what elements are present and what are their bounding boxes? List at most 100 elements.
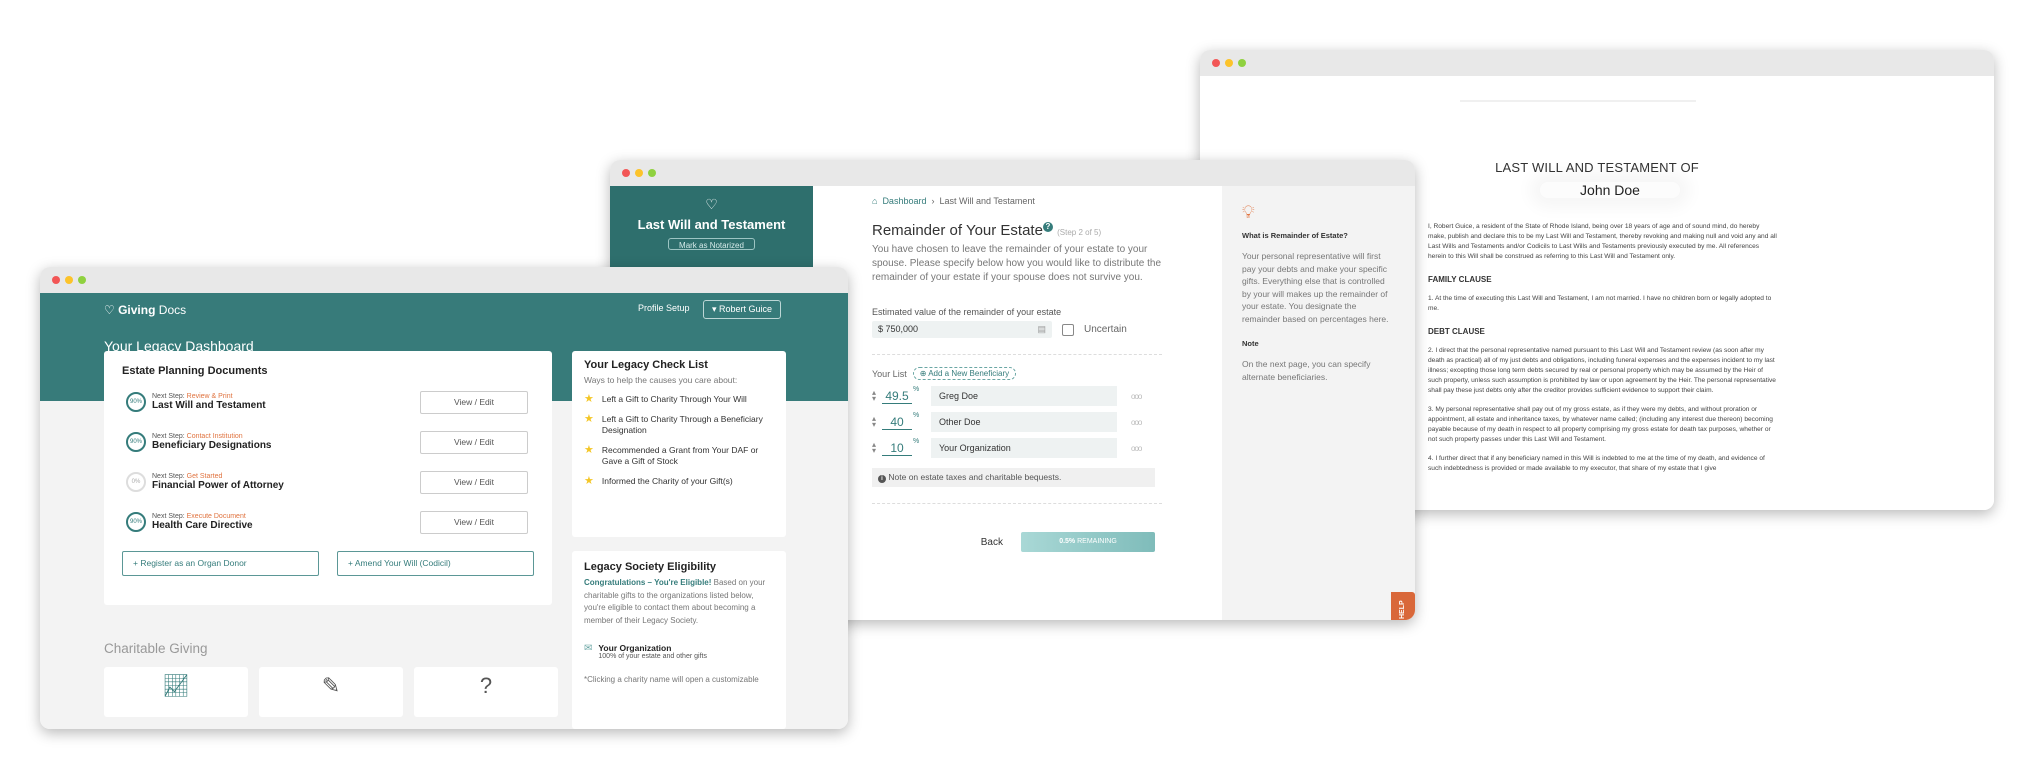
maximize-button[interactable] xyxy=(648,169,656,177)
next-step-link[interactable]: Get Started xyxy=(187,473,223,480)
question-tile[interactable]: ? xyxy=(414,667,558,717)
help-tab[interactable]: HELP xyxy=(1391,592,1415,620)
document-name: Last Will and Testament xyxy=(152,400,266,411)
next-step: Next Step: Get Started xyxy=(152,473,223,480)
breadcrumb-dashboard-link[interactable]: Dashboard xyxy=(882,196,926,206)
close-button[interactable] xyxy=(52,276,60,284)
view-edit-button[interactable]: View / Edit xyxy=(420,470,528,494)
profile-setup-link[interactable]: Profile Setup xyxy=(638,303,690,313)
document-name: Beneficiary Designations xyxy=(152,440,272,451)
percent-input[interactable]: 49.5 xyxy=(882,389,912,404)
title-bar xyxy=(1200,50,1994,76)
heart-logo-icon: ♡ xyxy=(104,303,119,317)
brand-bold: Giving xyxy=(118,303,156,317)
plus-circle-icon: ⊕ xyxy=(919,369,929,378)
clause-2: 2. I direct that the personal representa… xyxy=(1428,347,1776,394)
charitable-giving-title: Charitable Giving xyxy=(104,641,208,656)
card-title: Legacy Society Eligibility xyxy=(584,561,717,573)
remaining-label: REMAINING xyxy=(1077,538,1117,545)
beneficiary-row: ▴ ▾ 10 % Your Organization ooo xyxy=(872,438,1162,458)
family-clause-heading: FAMILY CLAUSE xyxy=(1428,275,1492,284)
beneficiary-name[interactable]: Your Organization xyxy=(931,438,1117,458)
document-row: 90% Next Step: Contact Institution Benefi… xyxy=(122,423,534,461)
chart-trend-tile[interactable]: 📈︎ xyxy=(104,667,248,717)
list-label: Your List xyxy=(872,368,907,379)
clause-3: 3. My personal representative shall pay … xyxy=(1428,406,1773,443)
percent-symbol: % xyxy=(913,438,920,445)
help-note-title: Note xyxy=(1242,339,1259,348)
close-button[interactable] xyxy=(622,169,630,177)
stepper-arrows-icon[interactable]: ▴ ▾ xyxy=(872,389,882,403)
help-panel: 💡︎ What is Remainder of Estate? Your per… xyxy=(1222,186,1415,620)
checklist-item: ★ Informed the Charity of your Gift(s) xyxy=(584,475,733,487)
document-row: 90% Next Step: Review & Print Last Will a… xyxy=(122,383,534,421)
tax-note[interactable]: i Note on estate taxes and charitable be… xyxy=(872,468,1155,487)
beneficiary-name[interactable]: Greg Doe xyxy=(931,386,1117,406)
more-options-icon[interactable]: ooo xyxy=(1131,418,1142,427)
star-icon: ★ xyxy=(584,413,594,425)
progress-ring: 90% xyxy=(126,512,146,532)
next-step-link[interactable]: Contact Institution xyxy=(187,433,243,440)
divider xyxy=(1460,100,1696,102)
divider xyxy=(872,354,1162,355)
organization-name[interactable]: Your Organization xyxy=(598,643,707,653)
remaining-button[interactable]: 0.5% REMAINING xyxy=(1021,532,1155,552)
view-edit-button[interactable]: View / Edit xyxy=(420,430,528,454)
organization-item[interactable]: ✉ Your Organization 100% of your estate a… xyxy=(584,643,774,660)
chevron-right-icon: › xyxy=(931,196,935,206)
next-step-link[interactable]: Execute Document xyxy=(187,513,246,520)
brand-logo[interactable]: ♡ Giving Docs xyxy=(104,303,186,317)
mark-notarized-button[interactable]: Mark as Notarized xyxy=(668,238,755,250)
check-sign-tile[interactable]: ✎ xyxy=(259,667,403,717)
user-name: Robert Guice xyxy=(719,304,773,314)
legacy-checklist-card: Your Legacy Check List Ways to help the … xyxy=(572,351,786,537)
document-name: Health Care Directive xyxy=(152,520,253,531)
uncertain-checkbox[interactable] xyxy=(1062,323,1074,336)
user-menu[interactable]: ▾ Robert Guice xyxy=(703,300,782,319)
document-sidebar: ♡ Last Will and Testament Mark as Notari… xyxy=(610,186,813,271)
more-options-icon[interactable]: ooo xyxy=(1131,392,1142,401)
clause-4: 4. I further direct that if any benefici… xyxy=(1428,455,1765,472)
back-button[interactable]: Back xyxy=(981,537,1003,548)
stepper-arrows-icon[interactable]: ▴ ▾ xyxy=(872,441,882,455)
intro-paragraph: I, Robert Guice, a resident of the State… xyxy=(1428,223,1777,260)
percent-symbol: % xyxy=(913,412,920,419)
next-step-link[interactable]: Review & Print xyxy=(187,393,233,400)
amend-will-button[interactable]: + Amend Your Will (Codicil) xyxy=(337,551,534,576)
minimize-button[interactable] xyxy=(635,169,643,177)
minimize-button[interactable] xyxy=(1225,59,1233,67)
breadcrumb-current: Last Will and Testament xyxy=(939,196,1035,206)
add-beneficiary-button[interactable]: ⊕ Add a New Beneficiary xyxy=(912,367,1017,380)
more-options-icon[interactable]: ooo xyxy=(1131,444,1142,453)
question-icon: ? xyxy=(479,673,493,698)
progress-ring: 90% xyxy=(126,392,146,412)
help-question-icon[interactable]: ? xyxy=(1042,222,1053,232)
sidebar-title: Last Will and Testament xyxy=(637,217,786,232)
dashboard-window: ♡ Giving Docs Profile Setup ▾ Robert Gui… xyxy=(40,267,848,729)
title-bar xyxy=(610,160,1415,186)
beneficiary-name[interactable]: Other Doe xyxy=(931,412,1117,432)
minimize-button[interactable] xyxy=(65,276,73,284)
calculator-icon[interactable]: ▤ xyxy=(1037,324,1046,335)
remaining-value: 0.5% xyxy=(1059,538,1076,545)
society-description: Congratulations – You're Eligible! Based… xyxy=(584,578,766,625)
view-edit-button[interactable]: View / Edit xyxy=(420,510,528,534)
estimate-input[interactable]: $ 750,000 ▤ xyxy=(872,321,1052,338)
percent-input[interactable]: 10 xyxy=(882,441,912,456)
page-title: Remainder of Your Estate? (Step 2 of 5) xyxy=(872,222,1162,239)
view-edit-button[interactable]: View / Edit xyxy=(420,390,528,414)
envelope-icon: ✉ xyxy=(584,643,593,654)
maximize-button[interactable] xyxy=(78,276,86,284)
breadcrumb: ⌂ Dashboard › Last Will and Testament xyxy=(872,196,1162,206)
stepper-arrows-icon[interactable]: ▴ ▾ xyxy=(872,415,882,429)
next-step: Next Step: Execute Document xyxy=(152,513,246,520)
society-footnote: *Clicking a charity name will open a cus… xyxy=(584,675,759,684)
maximize-button[interactable] xyxy=(1238,59,1246,67)
debt-clause-heading: DEBT CLAUSE xyxy=(1428,327,1485,336)
heart-logo-icon: ♡ xyxy=(705,196,718,212)
help-note-body: On the next page, you can specify altern… xyxy=(1242,359,1371,382)
home-icon: ⌂ xyxy=(872,196,878,206)
organ-donor-button[interactable]: + Register as an Organ Donor xyxy=(122,551,319,576)
close-button[interactable] xyxy=(1212,59,1220,67)
percent-input[interactable]: 40 xyxy=(882,415,912,430)
